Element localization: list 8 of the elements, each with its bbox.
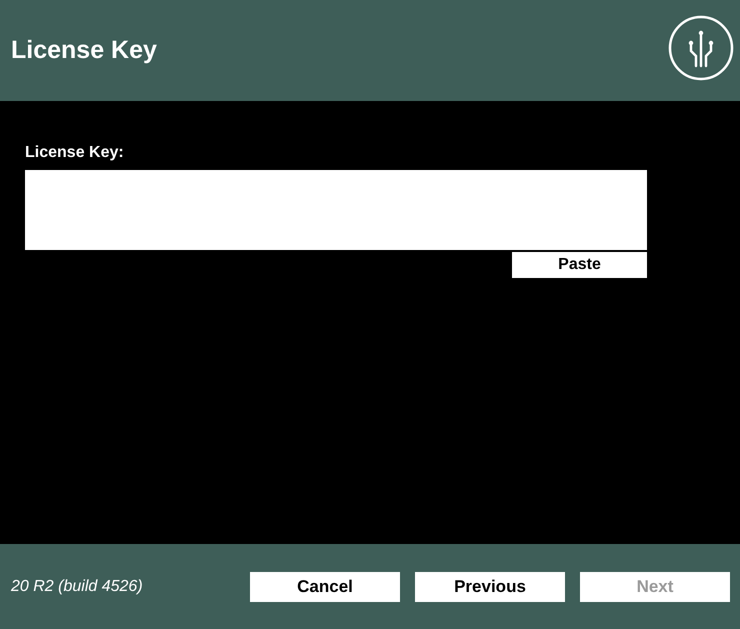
footer-button[interactable]: Previous — [415, 572, 565, 602]
logo-icon — [667, 14, 735, 82]
version-text: 20 R2 (build 4526) — [11, 578, 143, 596]
page-title: License Key — [11, 36, 157, 65]
field-label: License Key: — [25, 144, 124, 162]
footer-button[interactable]: Cancel — [250, 572, 400, 602]
paste-button[interactable]: Paste — [512, 252, 647, 278]
license-key-field[interactable] — [25, 170, 647, 250]
